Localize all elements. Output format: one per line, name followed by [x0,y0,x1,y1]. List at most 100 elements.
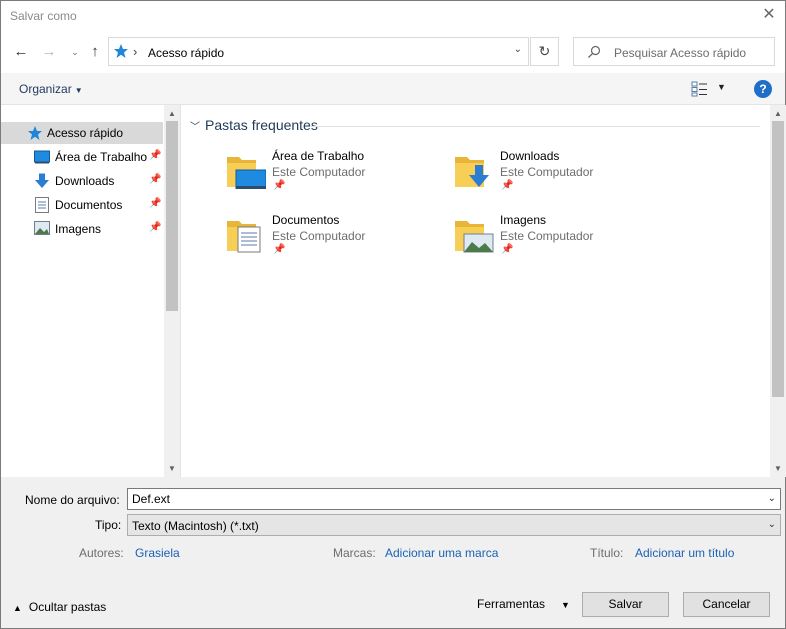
group-divider [310,126,760,127]
folder-tile-documents[interactable]: Documentos Este Computador 📌 [226,213,446,269]
sidebar-item-label: Área de Trabalho [55,150,148,164]
forward-arrow-icon[interactable]: → [39,42,59,62]
pin-icon: 📌 [273,180,286,191]
file-type-dropdown-chevron-icon[interactable]: ⌄ [768,519,776,530]
sidebar-item-desktop[interactable]: Área de Trabalho 📌 [1,146,163,168]
file-type-select[interactable]: Texto (Macintosh) (*.txt) ⌄ [127,514,781,536]
pin-icon[interactable]: 📌 [149,222,161,233]
downloads-folder-icon [455,157,489,187]
pictures-icon [34,221,50,235]
scroll-up-icon[interactable]: ▲ [774,109,782,118]
caret-down-icon: ▼ [561,600,570,610]
caret-up-icon: ▲ [13,603,22,613]
folder-tile-downloads[interactable]: Downloads Este Computador 📌 [454,149,674,205]
file-type-label: Tipo: [95,518,122,532]
scroll-down-icon[interactable]: ▼ [168,464,176,473]
search-icon [588,45,601,58]
desktop-icon [34,150,50,164]
title-label: Título: [590,546,624,560]
pin-icon: 📌 [501,180,514,191]
pin-icon[interactable]: 📌 [149,198,161,209]
tile-name: Área de Trabalho [272,149,365,163]
scroll-up-icon[interactable]: ▲ [168,109,176,118]
filename-label: Nome do arquivo: [25,493,120,507]
title-field[interactable]: Adicionar um título [635,546,734,560]
tools-menu-button[interactable]: Ferramentas ▼ [477,597,570,611]
tile-name: Documentos [272,213,340,227]
command-bar: Organizar ▼ ▼ ? [1,73,785,105]
filename-field-box[interactable]: ⌄ [127,488,781,510]
tags-field[interactable]: Adicionar uma marca [385,546,498,560]
cancel-button[interactable]: Cancelar [683,592,770,617]
pictures-folder-icon [455,221,494,253]
pin-icon[interactable]: 📌 [149,174,161,185]
folder-tile-pictures[interactable]: Imagens Este Computador 📌 [454,213,674,269]
search-input[interactable]: Pesquisar Acesso rápido [614,46,746,60]
sidebar-item-label: Imagens [55,222,102,236]
title-bar: Salvar como ✕ [1,1,785,31]
breadcrumb-separator-icon: › [133,44,138,59]
sidebar-item-label: Acesso rápido [47,126,124,140]
close-icon[interactable]: ✕ [761,7,777,23]
caret-down-icon: ▼ [74,86,83,95]
quick-access-star-icon [114,44,128,58]
recent-locations-chevron-icon[interactable]: ⌄ [65,42,85,62]
save-button[interactable]: Salvar [582,592,669,617]
tile-location: Este Computador [272,229,366,243]
address-bar[interactable]: › Acesso rápido ⌄ [108,37,529,66]
tile-name: Downloads [500,149,560,163]
hide-folders-label: Ocultar pastas [28,600,107,614]
view-options-dropdown-icon[interactable]: ▼ [717,82,726,92]
authors-label: Autores: [79,546,124,560]
desktop-folder-icon [227,157,266,189]
filename-field[interactable] [132,492,752,506]
up-arrow-icon[interactable]: ↑ [85,42,105,62]
content-scrollbar[interactable]: ▲ ▼ [770,105,786,477]
sidebar-scrollbar[interactable]: ▲ ▼ [164,105,180,477]
pin-icon: 📌 [501,244,514,255]
breadcrumb[interactable]: Acesso rápido [148,46,224,60]
help-icon[interactable]: ? [754,80,772,98]
scrollbar-thumb[interactable] [166,121,178,311]
tile-name: Imagens [500,213,547,227]
group-header[interactable]: ﹀ Pastas frequentes [190,117,318,133]
search-box[interactable]: Pesquisar Acesso rápido [573,37,775,66]
sidebar-item-downloads[interactable]: Downloads 📌 [1,170,163,192]
back-arrow-icon[interactable]: ← [11,42,31,62]
scroll-down-icon[interactable]: ▼ [774,464,782,473]
quick-access-star-icon [28,126,42,140]
sidebar-item-documents[interactable]: Documentos 📌 [1,194,163,216]
file-type-value: Texto (Macintosh) (*.txt) [132,519,259,533]
chevron-down-icon: ﹀ [190,122,200,133]
documents-icon [35,197,49,213]
sidebar-item-label: Downloads [55,174,115,188]
navigation-row: ← → ⌄ ↑ › Acesso rápido ⌄ ↻ Pesquisar Ac… [1,37,785,67]
refresh-icon: ↻ [538,43,551,59]
tile-location: Este Computador [272,165,366,179]
tile-location: Este Computador [500,229,594,243]
pin-icon[interactable]: 📌 [149,150,161,161]
authors-field[interactable]: Grasiela [135,546,180,560]
sidebar-item-label: Documentos [55,198,123,212]
folder-tile-desktop[interactable]: Área de Trabalho Este Computador 📌 [226,149,446,205]
group-title: Pastas frequentes [205,117,318,133]
hide-folders-button[interactable]: ▲ Ocultar pastas [13,600,106,614]
filename-dropdown-chevron-icon[interactable]: ⌄ [768,493,776,504]
documents-folder-icon [227,221,261,253]
pin-icon: 📌 [273,244,286,255]
refresh-button[interactable]: ↻ [530,37,559,66]
organize-label: Organizar [19,82,72,96]
organize-menu-button[interactable]: Organizar ▼ [19,82,83,96]
window-title: Salvar como [10,9,77,23]
tools-label: Ferramentas [477,597,546,611]
tags-label: Marcas: [333,546,376,560]
navigation-pane: Acesso rápido Área de Trabalho 📌 Downloa… [1,105,181,477]
address-dropdown-chevron-icon[interactable]: ⌄ [514,44,522,55]
tile-location: Este Computador [500,165,594,179]
sidebar-item-pictures[interactable]: Imagens 📌 [1,218,163,240]
scrollbar-thumb[interactable] [772,121,784,397]
save-options-panel: Nome do arquivo: ⌄ Tipo: Texto (Macintos… [1,477,785,628]
file-list-pane: ﹀ Pastas frequentes Área de Trabalho Este… [182,105,769,477]
sidebar-item-quick-access[interactable]: Acesso rápido [1,122,163,144]
view-options-icon[interactable] [691,81,709,97]
